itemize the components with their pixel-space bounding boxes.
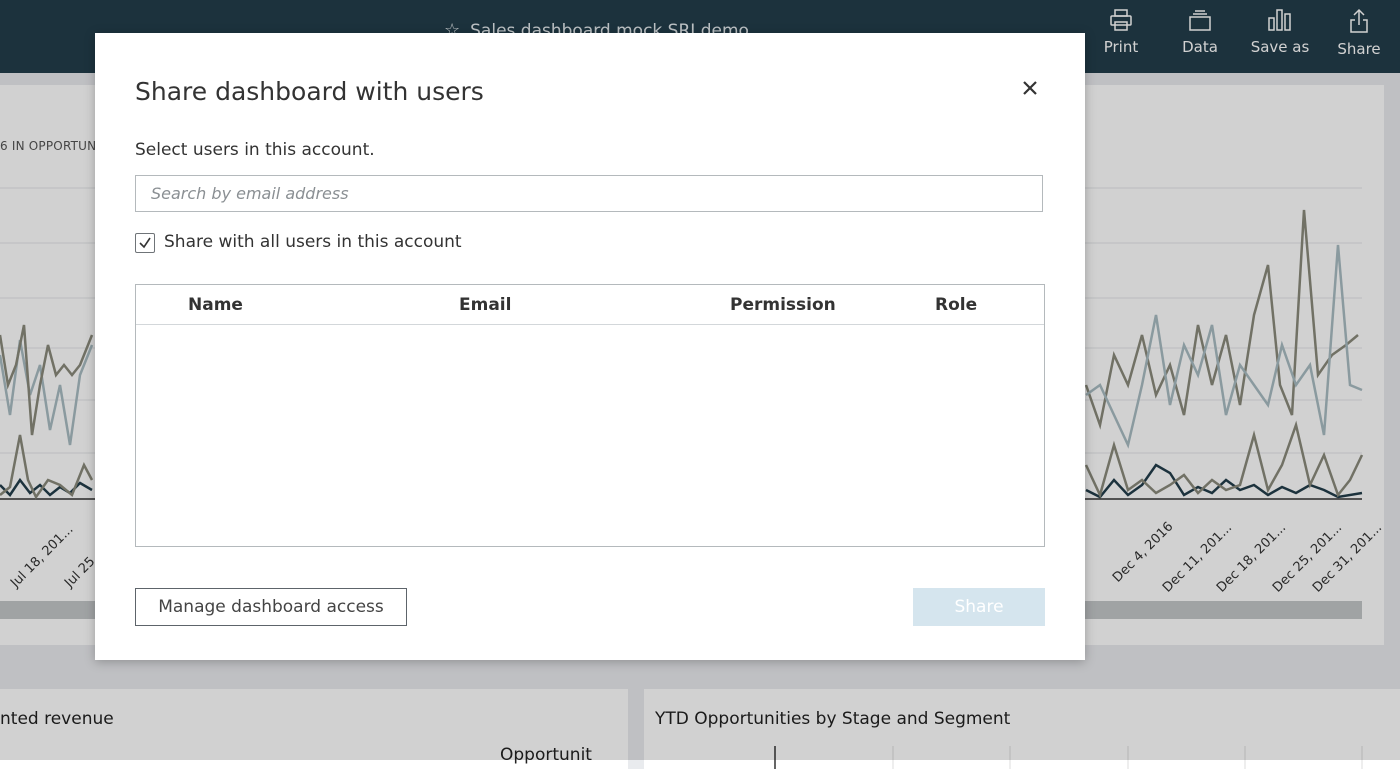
manage-dashboard-access-button[interactable]: Manage dashboard access [135,588,407,626]
share-all-checkbox[interactable] [135,233,155,253]
column-header-permission[interactable]: Permission [730,295,836,315]
share-all-label[interactable]: Share with all users in this account [164,232,462,252]
dialog-title: Share dashboard with users [135,77,484,106]
search-email-input[interactable] [135,175,1043,212]
close-icon[interactable] [1018,76,1042,100]
share-button[interactable]: Share [913,588,1045,626]
share-dialog: Share dashboard with users Select users … [95,33,1085,660]
instruction-text: Select users in this account. [135,140,375,160]
checkmark-icon [139,237,151,249]
column-header-role[interactable]: Role [935,295,977,315]
table-header: Name Email Permission Role [136,285,1044,325]
users-table: Name Email Permission Role [135,284,1045,547]
column-header-name[interactable]: Name [188,295,243,315]
column-header-email[interactable]: Email [459,295,511,315]
